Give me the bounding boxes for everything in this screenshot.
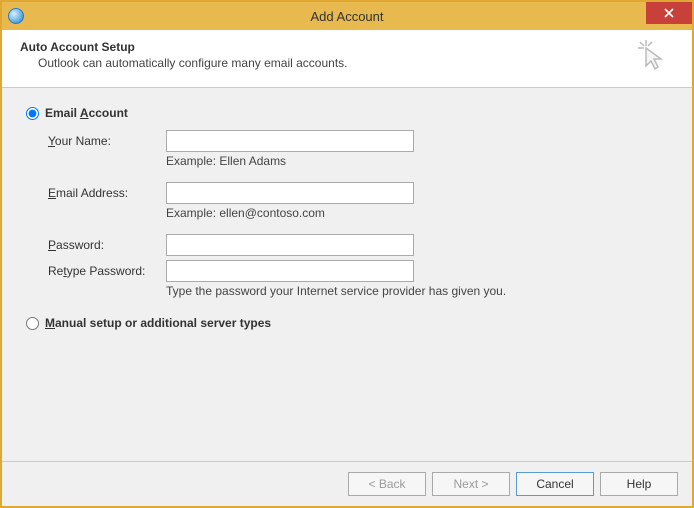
email-account-form: Your Name: Example: Ellen Adams Email Ad…: [48, 130, 668, 298]
email-address-input[interactable]: [166, 182, 414, 204]
email-address-hint: Example: ellen@contoso.com: [166, 206, 668, 220]
wizard-content: Email Account Your Name: Example: Ellen …: [2, 88, 692, 461]
add-account-window: Add Account Auto Account Setup Outlook c…: [0, 0, 694, 508]
manual-setup-option[interactable]: Manual setup or additional server types: [26, 316, 668, 330]
close-icon: [664, 8, 674, 18]
email-account-option[interactable]: Email Account: [26, 106, 668, 120]
window-title: Add Account: [2, 9, 692, 24]
your-name-input[interactable]: [166, 130, 414, 152]
help-button[interactable]: Help: [600, 472, 678, 496]
your-name-hint: Example: Ellen Adams: [166, 154, 668, 168]
wizard-header: Auto Account Setup Outlook can automatic…: [2, 30, 692, 88]
wizard-title: Auto Account Setup: [20, 40, 348, 54]
password-hint: Type the password your Internet service …: [166, 284, 668, 298]
your-name-label: Your Name:: [48, 134, 166, 148]
email-account-radio[interactable]: [26, 107, 39, 120]
password-label: Password:: [48, 238, 166, 252]
manual-setup-radio[interactable]: [26, 317, 39, 330]
wizard-footer: < Back Next > Cancel Help: [2, 461, 692, 506]
email-account-label: Email Account: [45, 106, 128, 120]
close-button[interactable]: [646, 2, 692, 24]
password-input[interactable]: [166, 234, 414, 256]
wizard-cursor-icon: [636, 38, 670, 75]
next-button[interactable]: Next >: [432, 472, 510, 496]
app-icon: [8, 8, 24, 24]
email-address-label: Email Address:: [48, 186, 166, 200]
manual-setup-label: Manual setup or additional server types: [45, 316, 271, 330]
wizard-subtitle: Outlook can automatically configure many…: [38, 56, 348, 70]
cancel-button[interactable]: Cancel: [516, 472, 594, 496]
back-button[interactable]: < Back: [348, 472, 426, 496]
titlebar: Add Account: [2, 2, 692, 30]
retype-password-label: Retype Password:: [48, 264, 166, 278]
retype-password-input[interactable]: [166, 260, 414, 282]
